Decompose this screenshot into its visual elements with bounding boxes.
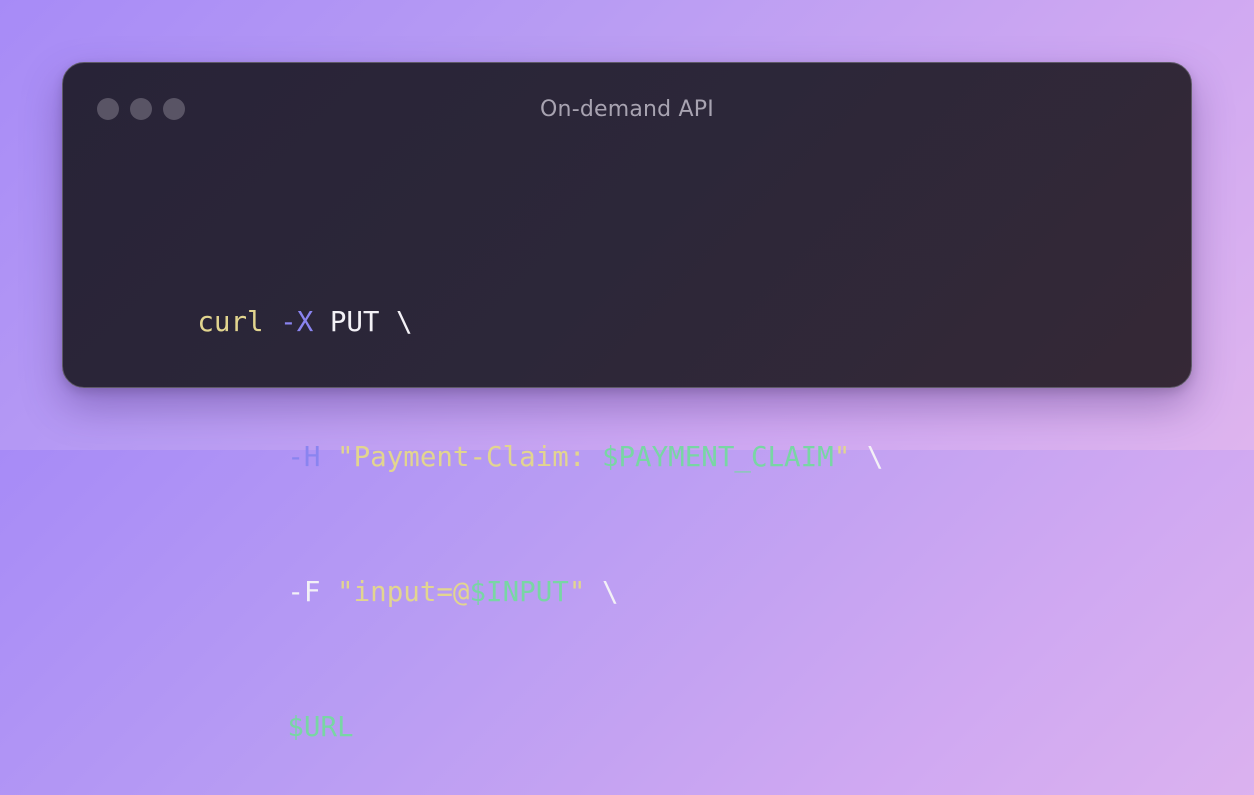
code-token-string: " [568, 576, 586, 608]
code-token-string: " [833, 441, 851, 473]
code-token-plain: \ [585, 576, 619, 608]
code-token-variable: $INPUT [469, 576, 569, 608]
code-line: curl -X PUT \ [98, 255, 883, 338]
code-token-flag: -F [287, 576, 321, 608]
code-token-flag: -X [280, 306, 314, 338]
code-line: -H "Payment-Claim: $PAYMENT_CLAIM" \ [98, 390, 883, 473]
code-token-string: "Payment-Claim: [337, 441, 602, 473]
window-titlebar: On-demand API [63, 63, 1191, 155]
code-token-plain: PUT \ [313, 306, 413, 338]
code-token-variable: $URL [287, 711, 354, 743]
code-token-command: curl [197, 306, 264, 338]
code-token-plain: \ [850, 441, 884, 473]
code-token-string: "input=@ [337, 576, 470, 608]
code-line: $URL [98, 660, 883, 743]
code-token-variable: $PAYMENT_CLAIM [601, 441, 834, 473]
code-window: On-demand API curl -X PUT \ -H "Payment-… [62, 62, 1192, 743]
code-token-flag: -H [287, 441, 321, 473]
code-block: curl -X PUT \ -H "Payment-Claim: $PAYMEN… [98, 165, 883, 795]
code-line: -F "input=@$INPUT" \ [98, 525, 883, 608]
window-title: On-demand API [540, 97, 714, 122]
